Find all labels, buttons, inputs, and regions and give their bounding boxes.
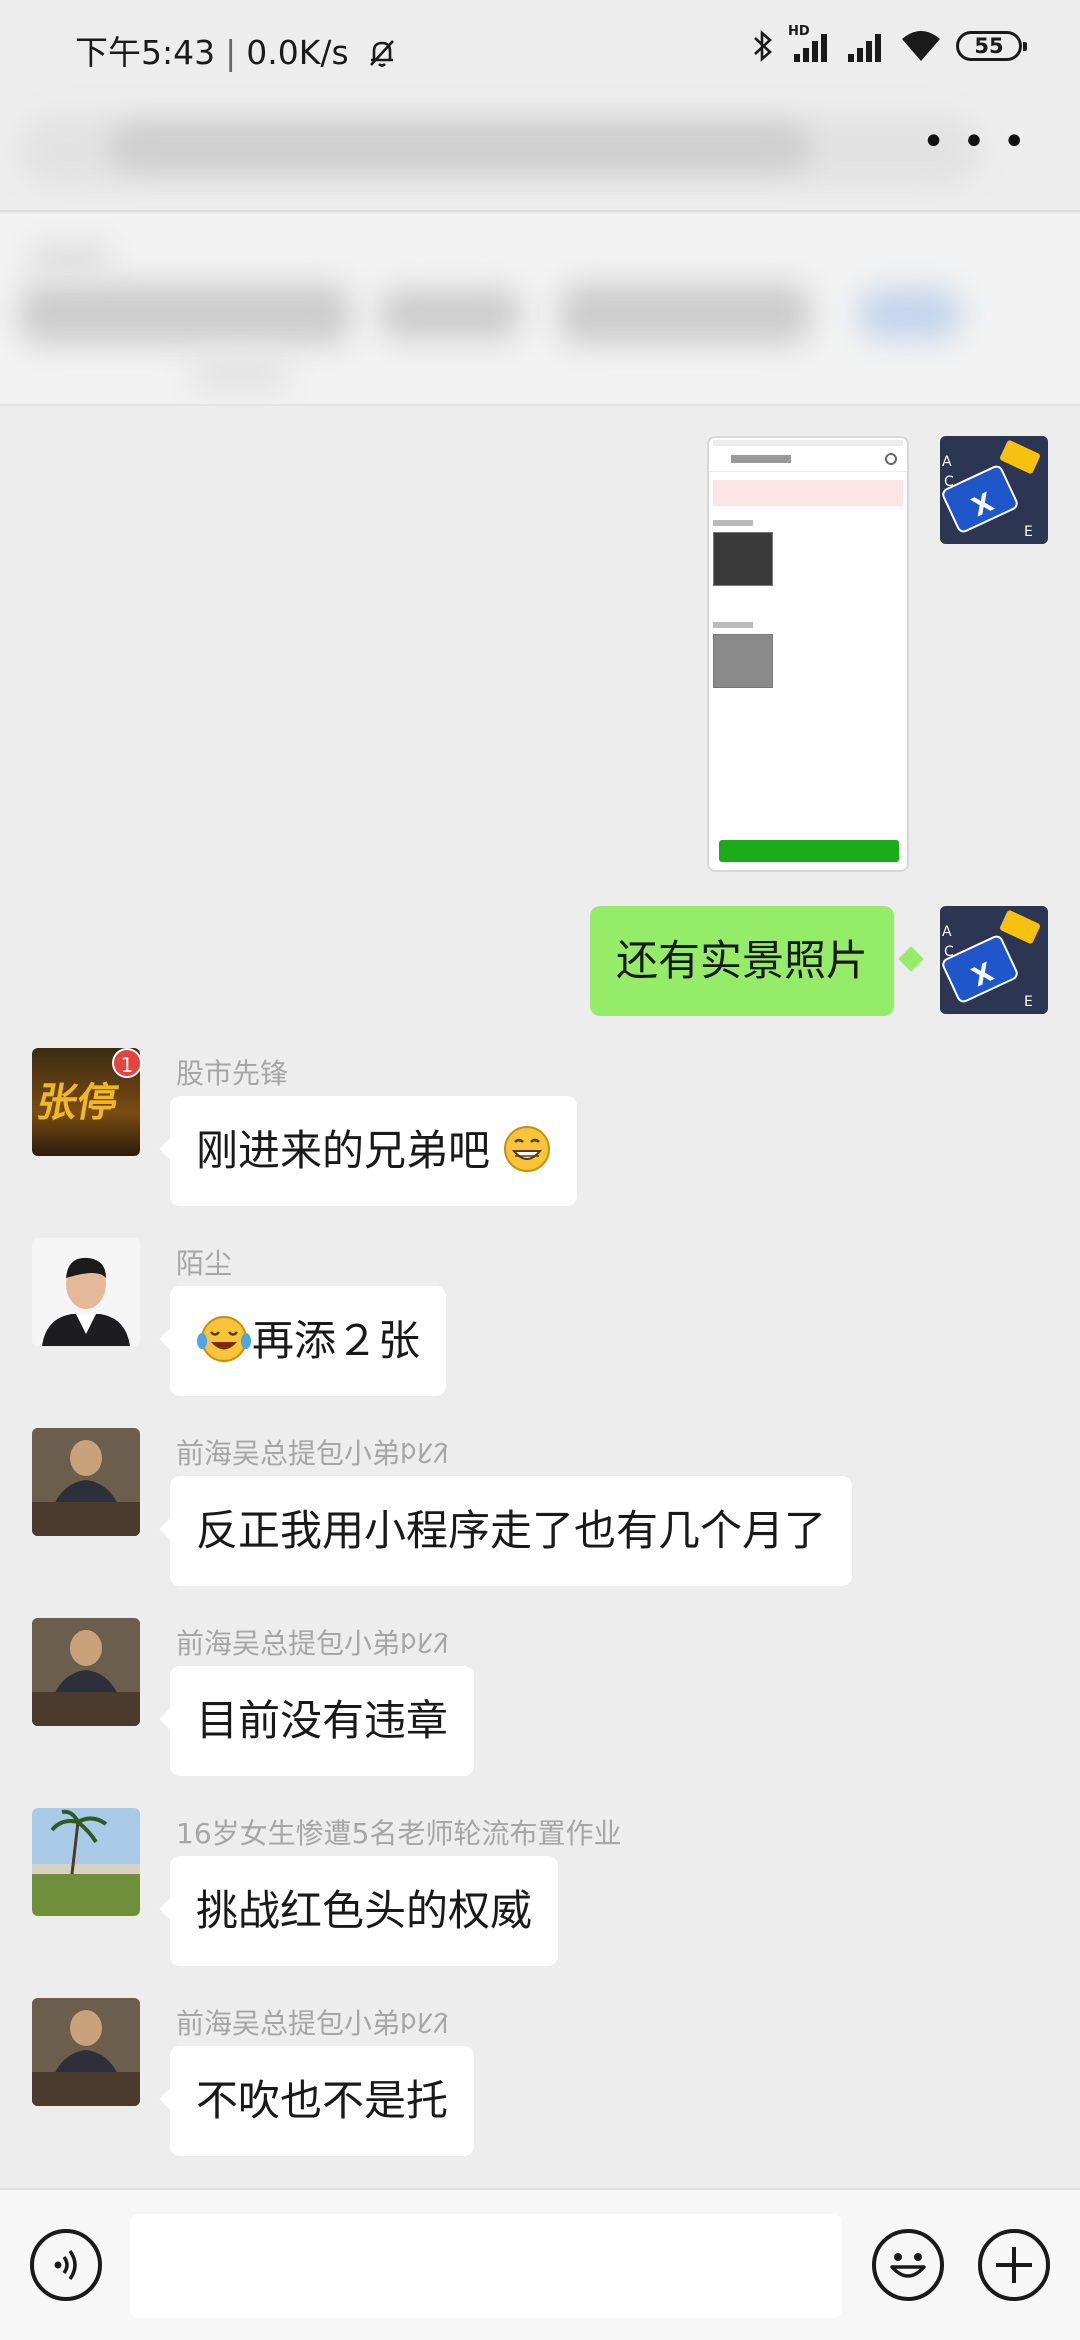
pinned-banner-blurred[interactable]: [0, 214, 1080, 406]
message-input[interactable]: [130, 2214, 842, 2318]
tears-of-joy-emoji-icon: [197, 1316, 251, 1362]
status-right: HD 55: [752, 24, 1027, 64]
thumb-green-button: [719, 840, 899, 862]
sender-avatar[interactable]: [32, 1998, 140, 2106]
message-bubble[interactable]: 刚进来的兄弟吧: [170, 1096, 578, 1206]
sender-name: 16岁女生惨遭5名老师轮流布置作业: [176, 1817, 622, 1850]
message-bubble[interactable]: 目前没有违章: [170, 1666, 475, 1776]
my-avatar[interactable]: X A C E: [940, 436, 1048, 544]
smiley-icon: [890, 2253, 926, 2278]
more-functions-button[interactable]: [978, 2229, 1050, 2301]
my-avatar[interactable]: X A C E: [940, 906, 1048, 1014]
plus-icon: [996, 2247, 1032, 2283]
status-bar: 下午5:43 | 0.0K/s HD 55: [0, 0, 1080, 96]
bluetooth-icon: [754, 30, 772, 62]
wifi-icon: [902, 31, 940, 61]
message-text: 刚进来的兄弟吧: [196, 1126, 491, 1175]
svg-text:C: C: [944, 474, 954, 490]
sender-name: 前海吴总提包小弟ᱞᱥᱤ: [176, 1437, 449, 1470]
person-photo-icon: [32, 1998, 140, 2106]
voice-icon: [54, 2249, 77, 2281]
person-portrait-icon: [32, 1238, 140, 1346]
person-photo-icon: [32, 1618, 140, 1726]
svg-text:E: E: [1024, 994, 1033, 1010]
chat-title-blurred[interactable]: [110, 122, 810, 172]
sender-avatar[interactable]: [32, 1618, 140, 1726]
status-separator: |: [225, 33, 237, 72]
message-bubble[interactable]: 再添２张: [170, 1286, 447, 1396]
svg-text:A: A: [942, 454, 952, 470]
beach-palm-photo-icon: [32, 1808, 140, 1916]
sender-name: 前海吴总提包小弟ᱞᱥᱤ: [176, 1627, 449, 1660]
license-plate-camera-icon: X A C E: [940, 906, 1048, 1014]
my-message-bubble[interactable]: 还有实景照片: [590, 906, 895, 1016]
emoji-button[interactable]: [872, 2229, 944, 2301]
status-time: 下午5:43: [75, 33, 216, 72]
message-text: 挑战红色头的权威: [196, 1886, 533, 1935]
chat-title-bar: • • •: [0, 96, 1080, 212]
sender-name: 股市先锋: [176, 1057, 289, 1090]
license-plate-camera-icon: X A C E: [940, 436, 1048, 544]
status-speed: 0.0K/s: [246, 33, 349, 72]
battery-icon: 55: [956, 31, 1027, 61]
message-text: 再添２张: [252, 1316, 421, 1365]
sender-avatar[interactable]: [32, 1238, 140, 1346]
shared-screenshot-image[interactable]: [707, 436, 909, 872]
sender-name: 陌尘: [176, 1247, 233, 1280]
unread-badge: 1: [112, 1048, 142, 1078]
svg-text:E: E: [1024, 524, 1033, 540]
sender-avatar[interactable]: [32, 1428, 140, 1536]
signal-icon: [848, 34, 881, 62]
avatar-logo-text: 张停: [33, 1080, 122, 1126]
message-bubble[interactable]: 反正我用小程序走了也有几个月了: [170, 1476, 853, 1586]
grin-emoji-icon: [504, 1126, 551, 1172]
sender-avatar[interactable]: [32, 1808, 140, 1916]
thumb-warning: [713, 480, 903, 506]
message-bubble[interactable]: 挑战红色头的权威: [170, 1856, 559, 1966]
sender-name: 前海吴总提包小弟ᱞᱥᱤ: [176, 2007, 449, 2040]
input-bar: [0, 2188, 1080, 2340]
more-options-button[interactable]: • • •: [922, 122, 1028, 162]
message-bubble[interactable]: 不吹也不是托: [170, 2046, 475, 2156]
my-bubble-tail: [898, 946, 924, 972]
person-photo-icon: [32, 1428, 140, 1536]
mute-bell-icon: [370, 40, 395, 67]
svg-text:C: C: [944, 944, 954, 960]
status-left: 下午5:43 | 0.0K/s: [75, 26, 399, 74]
message-text: 反正我用小程序走了也有几个月了: [196, 1506, 827, 1555]
thumb-header: [709, 438, 907, 472]
hd-signal-icon: HD: [788, 24, 832, 64]
message-text: 目前没有违章: [196, 1696, 449, 1745]
message-text: 不吹也不是托: [196, 2076, 449, 2125]
svg-text:A: A: [942, 924, 952, 940]
voice-input-button[interactable]: [30, 2229, 102, 2301]
